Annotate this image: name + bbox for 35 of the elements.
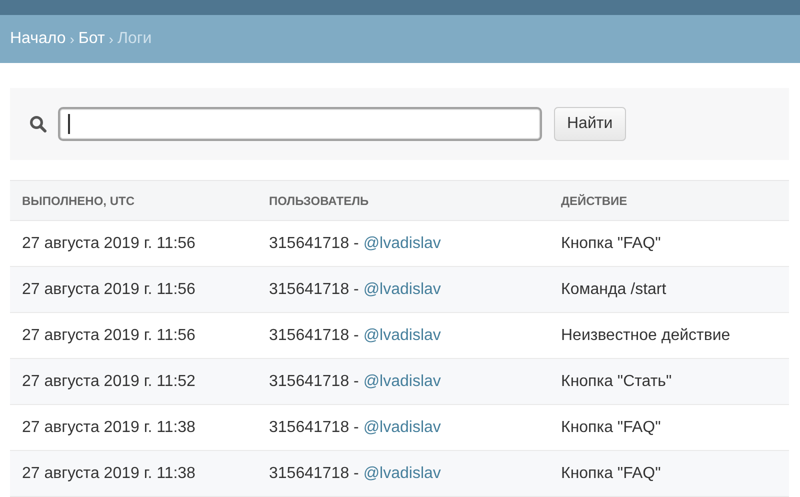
current-page: Логи [117, 30, 152, 48]
breadcrumb-link[interactable]: Бот [78, 30, 105, 48]
action-text: Кнопка "FAQ" [561, 234, 661, 252]
search-icon [29, 115, 47, 133]
timestamp: 27 августа 2019 г. 11:56 [22, 280, 196, 298]
action-text: Кнопка "FAQ" [561, 418, 661, 436]
column-header[interactable]: ДЕЙСТВИЕ [549, 180, 789, 220]
user-id: 315641718 - [269, 418, 359, 436]
timestamp: 27 августа 2019 г. 11:56 [22, 326, 196, 344]
timestamp: 27 августа 2019 г. 11:38 [22, 464, 196, 482]
breadcrumb-separator: › [70, 31, 74, 47]
action-text: Команда /start [561, 280, 666, 298]
user-link[interactable]: @lvadislav [363, 326, 441, 344]
breadcrumb-separator: › [108, 31, 114, 47]
user-id: 315641718 - [269, 372, 359, 390]
user-link[interactable]: @lvadislav [363, 234, 441, 252]
breadcrumb-link[interactable]: Начало [10, 30, 66, 48]
user-link[interactable]: @lvadislav [363, 464, 441, 482]
timestamp: 27 августа 2019 г. 11:52 [22, 372, 196, 390]
action-text: Неизвестное действие [561, 326, 730, 344]
timestamp: 27 августа 2019 г. 11:56 [22, 234, 196, 252]
user-link[interactable]: @lvadislav [363, 418, 441, 436]
user-id: 315641718 - [269, 326, 359, 344]
user-link[interactable]: @lvadislav [363, 280, 441, 298]
user-id: 315641718 - [269, 464, 359, 482]
search-button[interactable]: Найти [554, 107, 626, 141]
timestamp: 27 августа 2019 г. 11:38 [22, 418, 196, 436]
user-link[interactable]: @lvadislav [363, 372, 441, 390]
column-header[interactable]: ПОЛЬЗОВАТЕЛЬ [257, 180, 549, 220]
search-field[interactable] [58, 107, 542, 141]
user-id: 315641718 - [269, 234, 359, 252]
action-text: Кнопка "Стать" [561, 372, 672, 390]
column-header[interactable]: ВЫПОЛНЕНО, UTC [10, 180, 257, 220]
user-id: 315641718 - [269, 280, 359, 298]
action-text: Кнопка "FAQ" [561, 464, 661, 482]
